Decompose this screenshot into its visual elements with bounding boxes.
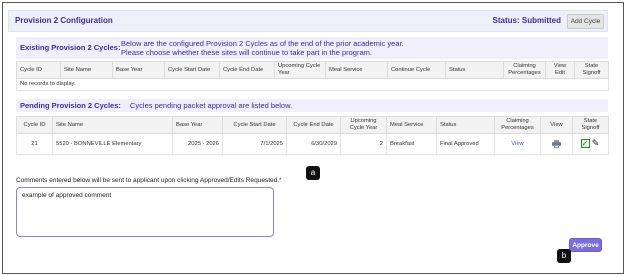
existing-cycles-description-2: Please choose whether these sites will c… <box>121 48 372 57</box>
config-header: Provision 2 Configuration Status: Submit… <box>8 10 608 32</box>
col-claiming-percentages: Claiming Percentages <box>494 116 541 134</box>
empty-row: No records to display. <box>16 78 609 91</box>
col-cycle-end[interactable]: Cycle End Date <box>219 61 275 79</box>
required-marker: * <box>279 177 282 184</box>
comments-label-text: Comments entered below will be sent to a… <box>16 177 280 184</box>
col-site-name[interactable]: Site Name <box>52 116 173 134</box>
cell-claiming: View <box>494 133 541 155</box>
pending-cycles-label: Pending Provision 2 Cycles: <box>20 101 121 110</box>
col-continue-cycle[interactable]: Continue Cycle <box>387 61 446 79</box>
cell-meal-service: Breakfast <box>386 133 437 155</box>
edit-icon[interactable]: ✎ <box>591 139 601 148</box>
cell-site-name: 5520 - BONNEVILLE Elementary <box>52 133 173 155</box>
col-cycle-end[interactable]: Cycle End Date <box>286 116 341 134</box>
cell-start-date: 7/1/2025 <box>222 133 287 155</box>
col-meal-service[interactable]: Meal Service <box>386 116 437 134</box>
col-status[interactable]: Status <box>436 116 495 134</box>
col-cycle-start[interactable]: Cycle Start Date <box>164 61 220 79</box>
col-view: View <box>540 116 573 134</box>
printer-icon[interactable] <box>552 139 561 148</box>
approve-button[interactable]: Approve <box>569 238 602 252</box>
pending-header-row: Cycle ID Site Name Base Year Cycle Start… <box>16 116 609 134</box>
status-text: Status: Submitted <box>492 16 561 25</box>
col-state-signoff: State Signoff <box>572 116 609 134</box>
col-meal-service[interactable]: Meal Service <box>325 61 388 79</box>
existing-cycles-banner: Existing Provision 2 Cycles: Below are t… <box>16 37 608 59</box>
col-upcoming-year[interactable]: Upcoming Cycle Year <box>274 61 326 79</box>
comments-label: Comments entered below will be sent to a… <box>16 177 282 184</box>
claiming-view-link[interactable]: View <box>511 141 523 147</box>
cell-upcoming-year: 2 <box>340 133 387 155</box>
col-upcoming-year[interactable]: Upcoming Cycle Year <box>340 116 387 134</box>
cell-base-year: 2025 - 2026 <box>172 133 223 155</box>
col-site-name[interactable]: Site Name <box>60 61 113 79</box>
cell-end-date: 6/30/2029 <box>286 133 341 155</box>
callout-a: a <box>306 166 320 180</box>
callout-b: b <box>557 249 571 263</box>
col-cycle-id[interactable]: Cycle ID <box>16 61 61 79</box>
col-base-year[interactable]: Base Year <box>112 61 165 79</box>
add-cycle-button[interactable]: Add Cycle <box>567 14 604 29</box>
pending-cycles-description: Cycles pending packet approval are liste… <box>130 101 293 110</box>
col-view-edit: View Edit <box>545 61 575 79</box>
col-claiming-percentages: Claiming Percentages <box>503 61 546 79</box>
col-cycle-start[interactable]: Cycle Start Date <box>222 116 287 134</box>
empty-message: No records to display. <box>16 78 609 91</box>
pending-cycles-table: Cycle ID Site Name Base Year Cycle Start… <box>16 116 609 155</box>
cell-status: Final Approved <box>436 133 495 155</box>
pending-cycles-banner: Pending Provision 2 Cycles: Cycles pendi… <box>16 99 608 112</box>
cell-state-signoff: ✓ ✎ <box>572 133 609 155</box>
col-status[interactable]: Status <box>445 61 504 79</box>
cell-cycle-id: 21 <box>16 133 53 155</box>
cell-view <box>540 133 573 155</box>
table-row: 21 5520 - BONNEVILLE Elementary 2025 - 2… <box>16 133 609 155</box>
existing-header-row: Cycle ID Site Name Base Year Cycle Start… <box>16 61 609 79</box>
existing-cycles-description-1: Below are the configured Provision 2 Cyc… <box>121 39 404 48</box>
comments-textarea[interactable]: example of approved comment <box>16 187 274 237</box>
col-base-year[interactable]: Base Year <box>172 116 223 134</box>
checkbox-checked-icon[interactable]: ✓ <box>580 139 590 149</box>
existing-cycles-table: Cycle ID Site Name Base Year Cycle Start… <box>16 61 609 91</box>
col-state-signoff: State Signoff <box>574 61 609 79</box>
existing-cycles-label: Existing Provision 2 Cycles: <box>20 43 121 52</box>
page-title: Provision 2 Configuration <box>15 16 113 25</box>
col-cycle-id[interactable]: Cycle ID <box>16 116 53 134</box>
